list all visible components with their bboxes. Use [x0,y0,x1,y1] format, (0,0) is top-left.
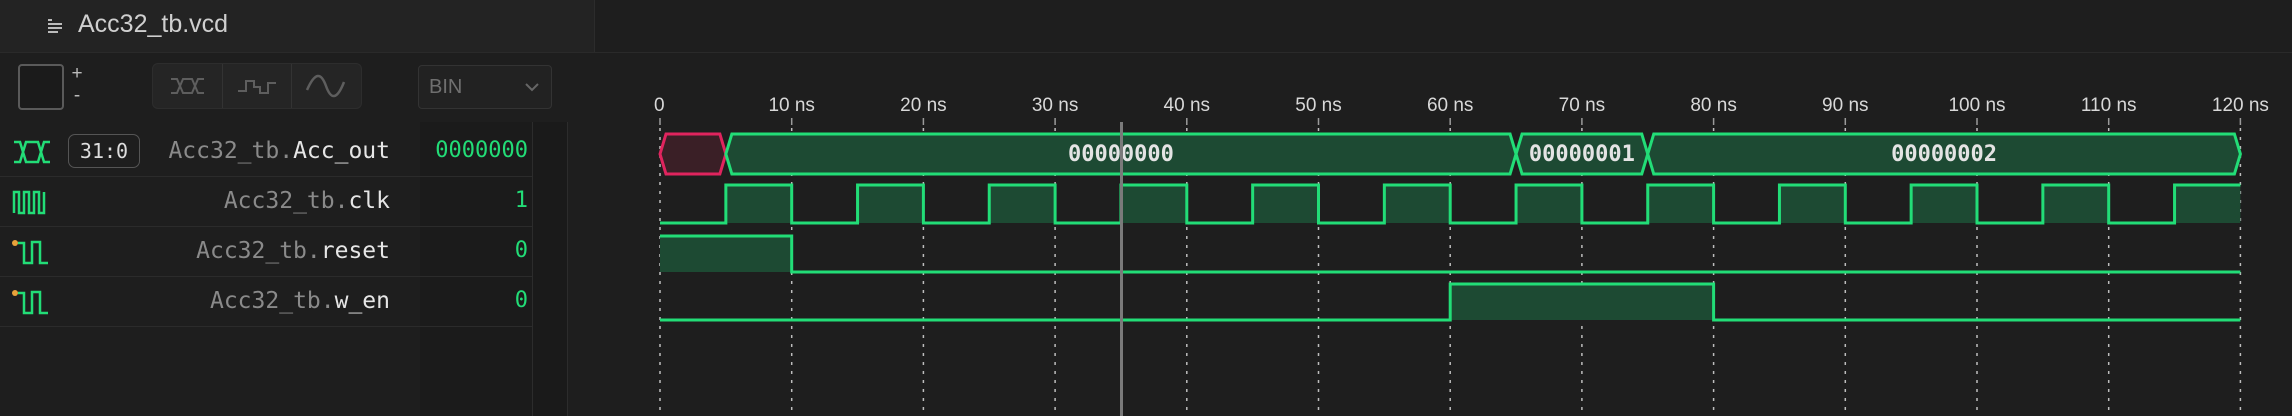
value-format-label: BIN [429,76,463,98]
bus-value-label: 00000001 [1529,142,1635,167]
tab-title: Acc32_tb.vcd [78,10,229,38]
bus-icon [14,140,50,164]
w-en-high-fill [1450,284,1714,320]
timeline-tick-label: 120 ns [2212,95,2269,116]
timeline-tick-label: 50 ns [1295,95,1341,116]
step-mode-button[interactable] [222,64,292,108]
bit-width-badge: 31:0 [68,134,140,168]
signal-value: 0 [514,238,528,263]
clk-high-fill [1516,185,1582,223]
timeline-tick-label: 0 [654,95,665,116]
timeline-tick-label: 80 ns [1690,95,1736,116]
signal-row-w-en[interactable]: Acc32_tb.w_en 0 [0,276,532,327]
clk-high-fill [1252,185,1319,223]
w-en-waveform [660,282,2241,322]
tab-acc32-vcd[interactable]: Acc32_tb.vcd [0,0,595,52]
signal-row-clk[interactable]: Acc32_tb.clk 1 [0,176,532,227]
waveform-viewer[interactable]: 0 10 ns 20 ns 30 ns 40 ns 50 ns 60 ns 70 ns 80 n… [567,88,2292,416]
signal-value: 0000000 [435,138,528,163]
clk-high-fill [857,185,924,223]
timeline-tick-label: 30 ns [1032,95,1078,116]
clk-high-fill [1647,185,1714,223]
clk-high-fill [725,185,792,223]
signal-row-acc-out[interactable]: 31:0 Acc32_tb.Acc_out 0000000 [0,126,532,177]
clk-high-fill [1779,185,1846,223]
zoom-out-button[interactable]: - [64,86,90,107]
clk-high-fill [989,185,1056,223]
bus-value-label: 00000002 [1891,142,1997,167]
analog-mode-button[interactable] [291,64,360,108]
panel-divider[interactable] [532,122,568,416]
document-lines-icon [48,19,62,33]
chevron-down-icon [525,83,539,92]
reset-high-fill [660,236,792,272]
waveform-mode-group [152,63,362,109]
timeline-tick-label: 10 ns [768,95,814,116]
clock-icon [12,190,46,215]
time-cursor[interactable] [1119,122,1123,416]
tab-bar: Acc32_tb.vcd [0,0,2292,53]
bus-mode-button[interactable] [153,64,223,108]
signal-value: 0 [514,288,528,313]
signal-name: Acc32_tb.w_en [209,288,390,314]
step-waveform-icon [238,80,276,94]
timeline-tick-label: 110 ns [2081,95,2137,116]
clk-high-fill [2042,185,2109,223]
analog-waveform-icon [305,74,346,98]
timeline-tick-label: 60 ns [1427,95,1473,116]
undefined-segment [658,132,728,176]
wire-icon [12,290,48,315]
clk-high-fill [1911,185,1977,223]
signal-height-box[interactable] [18,64,64,110]
bus-waveform-icon [171,78,204,94]
wire-icon [12,240,48,265]
signal-name: Acc32_tb.clk [223,188,390,214]
signal-name: Acc32_tb.Acc_out [168,138,390,164]
clk-high-fill [2174,185,2241,223]
timeline-tick-label: 90 ns [1822,95,1868,116]
timeline-tick-label: 20 ns [900,95,946,116]
value-format-select[interactable]: BIN [418,65,552,109]
clk-high-fill [1384,185,1451,223]
timeline-tick-label: 40 ns [1164,95,1210,116]
signal-name: Acc32_tb.reset [196,238,390,264]
timeline-tick-label: 100 ns [1948,95,2005,116]
zoom-in-button[interactable]: + [64,64,90,85]
signal-value: 1 [514,188,528,213]
signal-row-reset[interactable]: Acc32_tb.reset 0 [0,226,532,277]
timeline-tick-label: 70 ns [1559,95,1605,116]
clk-high-fill [1120,185,1187,223]
